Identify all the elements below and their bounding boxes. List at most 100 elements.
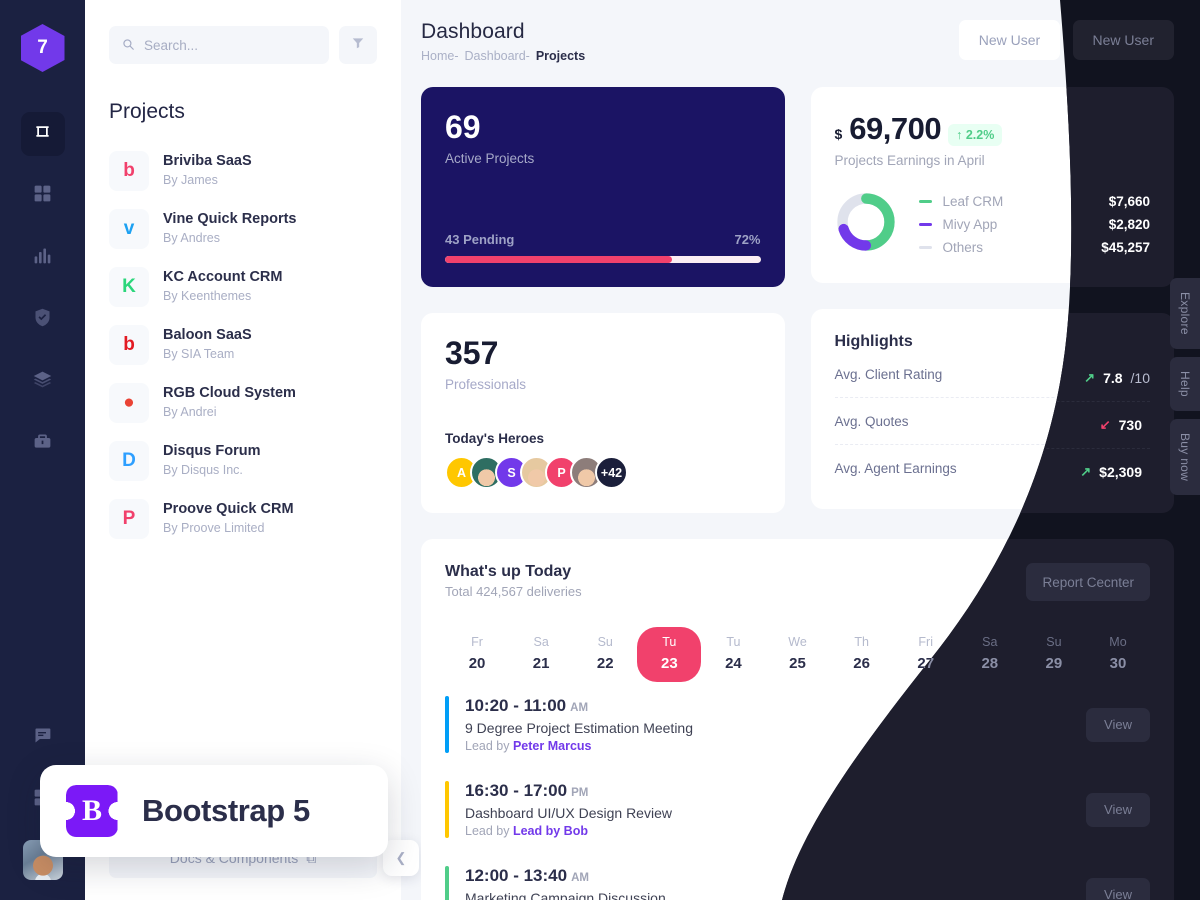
professionals-value: 357 xyxy=(445,335,499,371)
day-cell[interactable]: Sa 28 xyxy=(958,627,1022,682)
project-item[interactable]: D Disqus Forum By Disqus Inc. xyxy=(109,432,377,490)
project-item[interactable]: v Vine Quick Reports By Andres xyxy=(109,200,377,258)
side-tabs: Explore Help Buy now xyxy=(1170,278,1200,495)
day-cell[interactable]: Mo 30 xyxy=(1086,627,1150,682)
event-time: 10:20 - 11:00AM xyxy=(465,696,693,716)
project-author: By Andrei xyxy=(163,405,217,420)
project-text: Disqus Forum By Disqus Inc. xyxy=(163,442,260,480)
day-weekday: Tu xyxy=(726,635,741,649)
highlight-label: Avg. Client Rating xyxy=(834,366,943,382)
heroes-label: Today's Heroes xyxy=(445,431,544,446)
breadcrumb-dashboard[interactable]: Dashboard- xyxy=(465,49,530,63)
project-text: Briviba SaaS By James xyxy=(163,152,252,190)
legend-value: $7,660 xyxy=(1108,194,1150,209)
bar-chart-icon xyxy=(32,245,53,271)
day-cell[interactable]: Fri 27 xyxy=(894,627,958,682)
event-view-button[interactable]: View xyxy=(1086,877,1150,900)
day-cell[interactable]: We 25 xyxy=(765,627,829,682)
legend-label: Mivy App xyxy=(942,217,998,232)
active-projects-progress-row: 43 Pending 72% xyxy=(445,232,761,247)
event-row: 10:20 - 11:00AM 9 Degree Project Estimati… xyxy=(445,682,1150,767)
day-weekday: Su xyxy=(1046,635,1062,649)
header-actions: New User New Goal xyxy=(958,20,1174,60)
rail-item-layers[interactable] xyxy=(21,360,65,404)
rail-item-dashboard[interactable] xyxy=(21,174,65,218)
day-cell[interactable]: Fr 20 xyxy=(445,627,509,682)
highlight-value: ↗ $2,309 xyxy=(1080,460,1150,476)
legend-label: Leaf CRM xyxy=(942,194,1004,209)
rail-item-analytics[interactable] xyxy=(21,236,65,280)
event-lead-name[interactable]: Lead by Bob xyxy=(513,824,588,838)
project-name: RGB Cloud System xyxy=(163,384,296,401)
box-icon xyxy=(32,121,53,147)
highlight-label: Avg. Quotes xyxy=(834,413,909,429)
event-view-button[interactable]: View xyxy=(1086,707,1150,742)
day-cell[interactable]: Sa 21 xyxy=(509,627,573,682)
new-goal-button[interactable]: New Goal xyxy=(1070,20,1174,60)
bootstrap-promo-card[interactable]: B Bootstrap 5 xyxy=(40,765,388,857)
day-weekday: Sa xyxy=(533,635,549,649)
breadcrumb-current: Projects xyxy=(535,49,586,63)
trend-arrow-icon: ↙ xyxy=(1099,413,1111,428)
day-number: 20 xyxy=(468,655,486,672)
day-cell[interactable]: Tu 23 xyxy=(637,627,702,682)
page-header: Dashboard Home- Dashboard- Projects New … xyxy=(421,20,1174,63)
side-tab-help[interactable]: Help xyxy=(1170,356,1200,411)
project-item[interactable]: K KC Account CRM By Keenthemes xyxy=(109,258,377,316)
day-cell[interactable]: Su 22 xyxy=(573,627,637,682)
earnings-header: $ 69,700 ↑ 2.2% xyxy=(835,111,1151,147)
new-user-button[interactable]: New User xyxy=(958,20,1061,60)
project-item[interactable]: ● RGB Cloud System By Andrei xyxy=(109,374,377,432)
bootstrap-logo-icon: B xyxy=(66,785,118,837)
highlight-row: Avg. Client Rating ↗ 7.8/10 xyxy=(834,351,1150,398)
day-picker: Fr 20 Sa 21 Su 22 Tu 23 Tu 24 We 25 Th 26 Fri 27 Sa 28 Su 2… xyxy=(445,627,1150,682)
day-weekday: Fri xyxy=(918,635,933,649)
filter-button[interactable] xyxy=(339,26,377,64)
event-lead-prefix: Lead by xyxy=(465,739,513,753)
side-tab-buy-now[interactable]: Buy now xyxy=(1170,418,1200,495)
search-input[interactable]: Search... xyxy=(109,26,329,64)
rail-item-projects[interactable] xyxy=(20,112,65,156)
trend-arrow-icon: ↗ xyxy=(1080,460,1092,475)
event-row: 16:30 - 17:00PM Dashboard UI/UX Design Re… xyxy=(445,767,1150,852)
whats-up-title: What's up Today xyxy=(445,563,572,580)
report-center-button[interactable]: Report Cecnter xyxy=(1026,563,1150,601)
project-logo-icon: v xyxy=(109,209,149,249)
stats-grid: 69 Active Projects 43 Pending 72% 357 Pr… xyxy=(421,87,1174,513)
project-item[interactable]: b Baloon SaaS By SIA Team xyxy=(109,316,377,374)
day-number: 30 xyxy=(1109,655,1127,672)
event-color-bar xyxy=(445,866,449,900)
rail-item-work[interactable] xyxy=(21,422,65,466)
day-cell[interactable]: Tu 24 xyxy=(701,627,765,682)
highlight-number: 7.8 xyxy=(1103,366,1123,382)
rail-item-messages[interactable] xyxy=(21,716,65,760)
project-logo-icon: D xyxy=(109,441,149,481)
event-time: 12:00 - 13:40AM xyxy=(465,866,666,886)
event-view-button[interactable]: View xyxy=(1086,792,1150,827)
heroes-avatars: A S P +42 xyxy=(445,456,761,489)
event-time-period: AM xyxy=(571,872,589,884)
hero-avatar-initial[interactable]: +42 xyxy=(595,456,628,489)
breadcrumb-home[interactable]: Home- xyxy=(421,49,459,63)
app-logo[interactable]: 7 xyxy=(20,24,65,72)
day-weekday: Sa xyxy=(982,635,998,649)
chat-icon xyxy=(32,725,53,751)
day-cell[interactable]: Th 26 xyxy=(830,627,894,682)
project-item[interactable]: P Proove Quick CRM By Proove Limited xyxy=(109,490,377,548)
event-color-bar xyxy=(445,781,449,838)
rail-item-security[interactable] xyxy=(21,298,65,342)
event-lead-name[interactable]: Peter Marcus xyxy=(513,739,592,753)
project-author: By Andres xyxy=(163,231,220,246)
highlight-row: Avg. Agent Earnings ↗ $2,309 xyxy=(835,445,1151,491)
legend-label: Others xyxy=(942,240,984,255)
side-tab-explore[interactable]: Explore xyxy=(1170,278,1200,349)
day-cell[interactable]: Su 29 xyxy=(1022,627,1086,682)
project-name: KC Account CRM xyxy=(163,268,283,285)
project-logo-icon: b xyxy=(109,325,149,365)
briefcase-icon xyxy=(32,431,53,457)
highlight-number: 730 xyxy=(1118,413,1142,429)
professionals-card: 357 Professionals Today's Heroes A S P +42 xyxy=(421,313,785,513)
project-item[interactable]: b Briviba SaaS By James xyxy=(109,142,377,200)
day-number: 29 xyxy=(1045,655,1063,672)
layers-icon xyxy=(32,369,53,395)
